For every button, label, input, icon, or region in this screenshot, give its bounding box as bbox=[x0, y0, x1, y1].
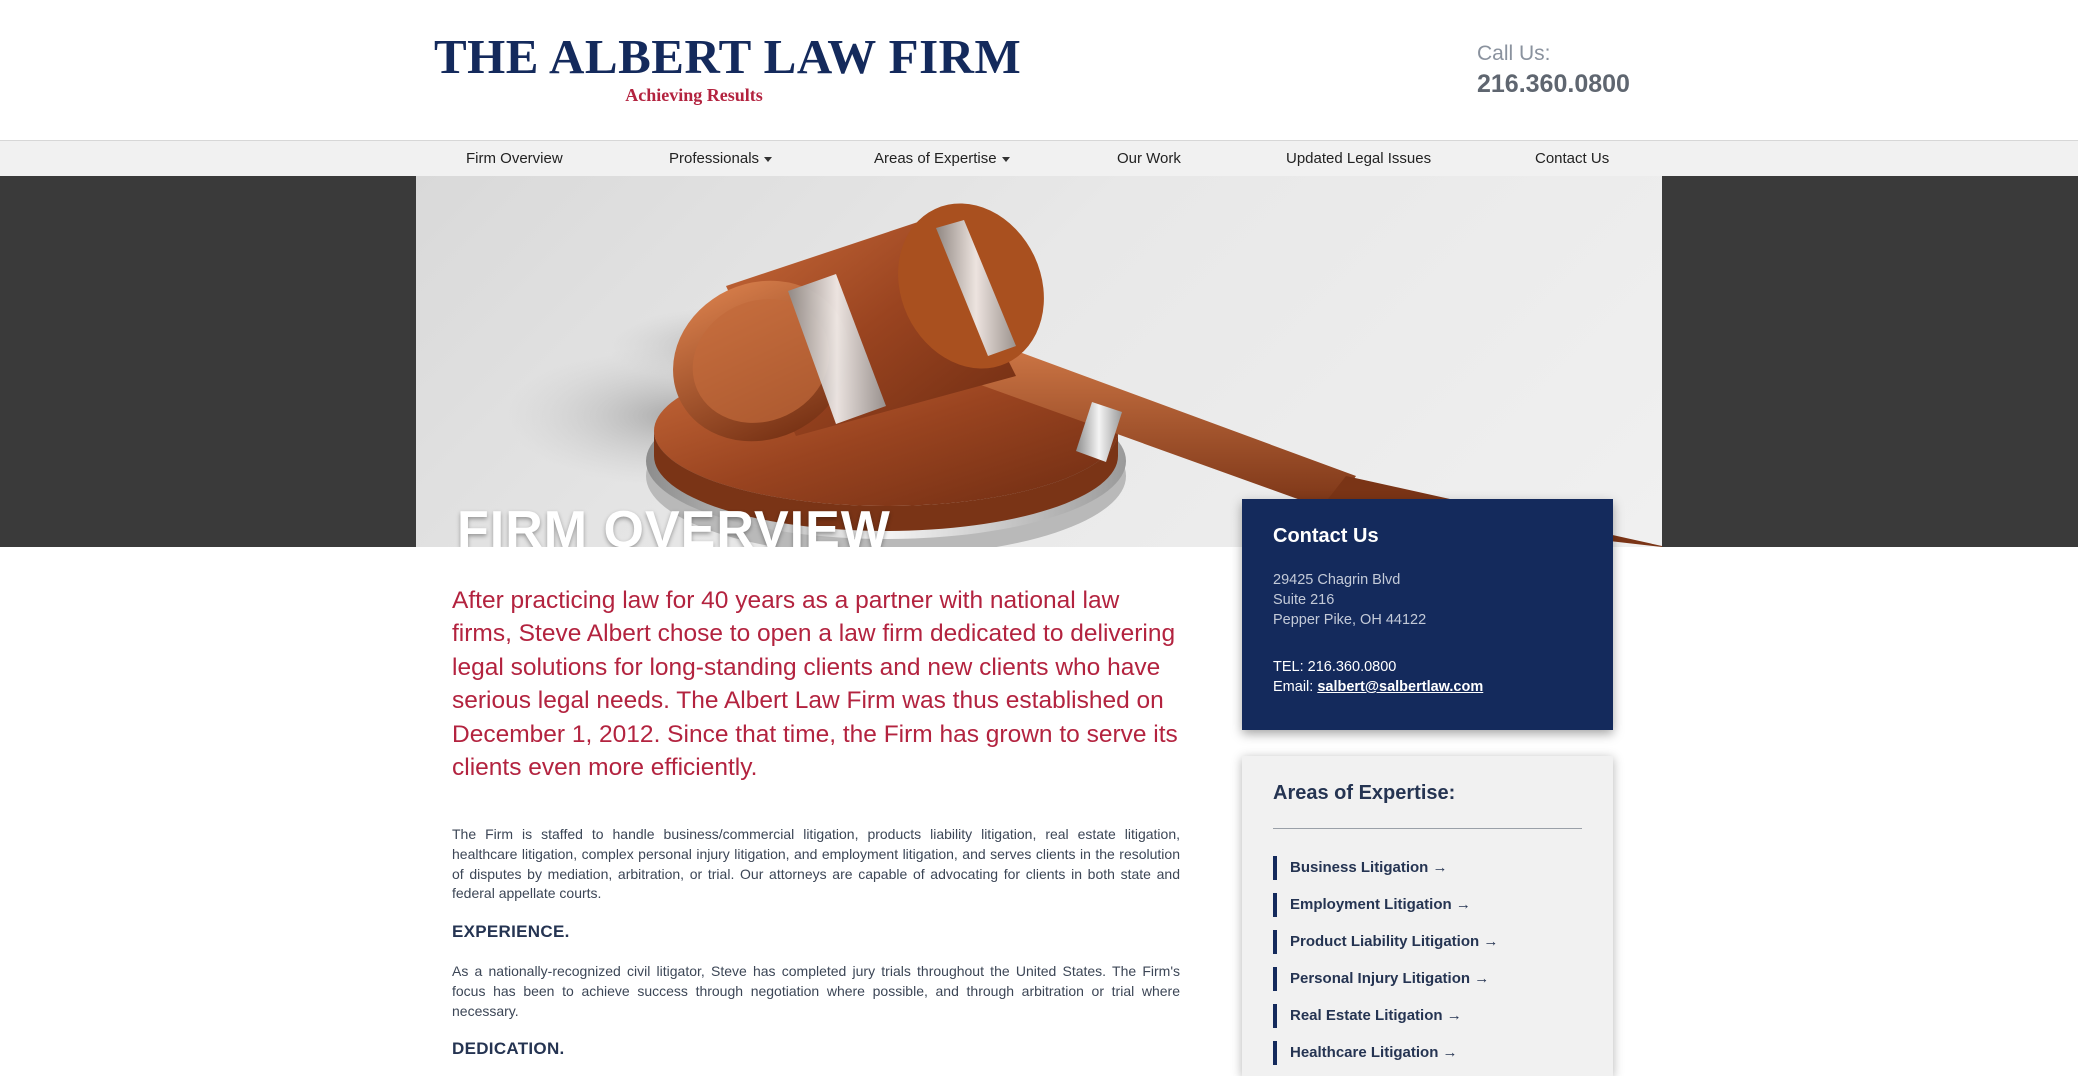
header-phone-number[interactable]: 216.360.0800 bbox=[1477, 70, 1630, 99]
dedication-heading: DEDICATION. bbox=[452, 1039, 565, 1058]
area-link-product-liability-litigation[interactable]: Product Liability Litigation → bbox=[1273, 930, 1498, 954]
firm-logo[interactable]: THE ALBERT LAW FIRM Achieving Results bbox=[434, 28, 1022, 106]
logo-firm-name: THE ALBERT LAW FIRM bbox=[434, 29, 1022, 84]
contact-email-row: Email: salbert@salbertlaw.com bbox=[1273, 679, 1483, 695]
nav-item-label: Contact Us bbox=[1535, 150, 1610, 167]
nav-item-contact-us[interactable]: Contact Us bbox=[1535, 141, 1609, 176]
area-link-business-litigation[interactable]: Business Litigation → bbox=[1273, 856, 1448, 880]
hero-gavel-image bbox=[416, 176, 1662, 547]
main-navigation: Firm Overview Professionals Areas of Exp… bbox=[0, 140, 2078, 177]
area-link-personal-injury-litigation[interactable]: Personal Injury Litigation → bbox=[1273, 967, 1489, 991]
nav-item-label: Firm Overview bbox=[466, 150, 563, 167]
body-paragraph: As a nationally-recognized civil litigat… bbox=[452, 963, 1180, 1019]
experience-heading: EXPERIENCE. bbox=[452, 922, 570, 941]
nav-item-label: Professionals bbox=[669, 150, 760, 167]
areas-of-expertise-card: Areas of Expertise: Business Litigation … bbox=[1242, 756, 1613, 1076]
nav-item-firm-overview[interactable]: Firm Overview bbox=[466, 141, 563, 176]
address-line: Pepper Pike, OH 44122 bbox=[1273, 612, 1427, 628]
body-paragraph: The Firm is staffed to handle business/c… bbox=[452, 826, 1180, 902]
nav-item-professionals[interactable]: Professionals bbox=[669, 141, 773, 176]
email-link[interactable]: salbert@salbertlaw.com bbox=[1317, 679, 1483, 695]
areas-card-title: Areas of Expertise: bbox=[1273, 782, 1456, 804]
area-link-employment-litigation[interactable]: Employment Litigation → bbox=[1273, 893, 1471, 917]
area-link-real-estate-litigation[interactable]: Real Estate Litigation → bbox=[1273, 1004, 1462, 1028]
gavel-icon bbox=[506, 203, 1662, 547]
email-label: Email: bbox=[1273, 679, 1318, 695]
caret-down-icon bbox=[1001, 156, 1010, 162]
caret-down-icon bbox=[764, 156, 773, 162]
area-link-healthcare-litigation[interactable]: Healthcare Litigation → bbox=[1273, 1041, 1458, 1065]
nav-item-areas-of-expertise[interactable]: Areas of Expertise bbox=[874, 141, 1010, 176]
address-line: 29425 Chagrin Blvd bbox=[1273, 572, 1401, 588]
divider bbox=[1273, 828, 1582, 829]
site-header: THE ALBERT LAW FIRM Achieving Results Ca… bbox=[0, 0, 2078, 140]
call-us-label: Call Us: bbox=[1477, 42, 1551, 65]
nav-item-our-work[interactable]: Our Work bbox=[1117, 141, 1181, 176]
nav-item-label: Areas of Expertise bbox=[874, 150, 997, 167]
contact-card: Contact Us 29425 Chagrin Blvd Suite 216 … bbox=[1242, 499, 1613, 730]
nav-item-label: Our Work bbox=[1117, 150, 1181, 167]
logo-tagline: Achieving Results bbox=[625, 85, 763, 105]
nav-item-label: Updated Legal Issues bbox=[1286, 150, 1432, 167]
contact-card-title: Contact Us bbox=[1273, 525, 1379, 547]
contact-tel[interactable]: TEL: 216.360.0800 bbox=[1273, 659, 1396, 675]
intro-paragraph: After practicing law for 40 years as a p… bbox=[452, 587, 1178, 782]
address-line: Suite 216 bbox=[1273, 592, 1335, 608]
nav-item-updated-legal-issues[interactable]: Updated Legal Issues bbox=[1286, 141, 1431, 176]
